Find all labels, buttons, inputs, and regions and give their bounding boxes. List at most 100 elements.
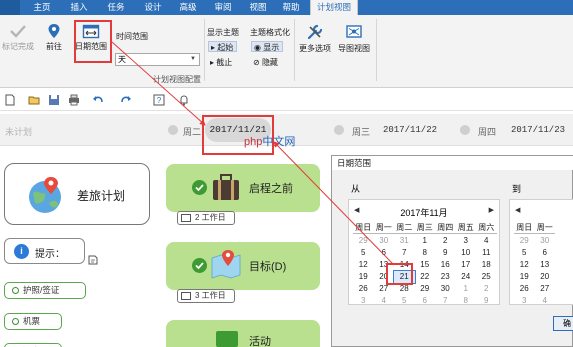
- calendar-day[interactable]: 5: [394, 295, 415, 307]
- calendar-day[interactable]: 2: [476, 283, 497, 295]
- forward-label: 前往: [46, 42, 62, 51]
- file-menu-button[interactable]: [0, 0, 20, 15]
- start-toggle[interactable]: ▸ 起始: [208, 41, 238, 52]
- save-icon[interactable]: [48, 94, 60, 106]
- tab-review[interactable]: 审阅: [208, 0, 238, 15]
- main-topic-card[interactable]: 差旅计划: [4, 163, 150, 225]
- calendar-week-row: 19 20 21 22 23 24 25: [353, 270, 497, 284]
- task-card[interactable]: 目标(D): [166, 242, 320, 290]
- calendar-day[interactable]: 20: [535, 271, 556, 283]
- calendar-day[interactable]: 3: [456, 235, 477, 247]
- time-range-select[interactable]: 天 ▼: [115, 53, 200, 66]
- help-icon[interactable]: ?: [153, 94, 165, 106]
- calendar-day[interactable]: 9: [435, 247, 456, 259]
- new-file-icon[interactable]: [4, 94, 16, 106]
- calendar-day[interactable]: 8: [415, 247, 436, 259]
- eye-icon: ◉: [254, 43, 261, 52]
- calendar-day[interactable]: 30: [435, 283, 456, 295]
- calendar-day[interactable]: 31: [394, 235, 415, 247]
- calendar-day[interactable]: 4: [374, 295, 395, 307]
- calendar-day[interactable]: 12: [353, 259, 374, 271]
- calendar-day[interactable]: 2: [435, 235, 456, 247]
- calendar-day[interactable]: 1: [415, 235, 436, 247]
- list-item[interactable]: 机票: [4, 313, 62, 330]
- end-toggle[interactable]: ▸ 截止: [210, 57, 232, 68]
- calendar-day[interactable]: 26: [353, 283, 374, 295]
- more-options-button[interactable]: 更多选项: [298, 23, 332, 54]
- task-card[interactable]: 启程之前: [166, 164, 320, 212]
- redo-icon[interactable]: [120, 94, 132, 106]
- calendar-day[interactable]: 26: [514, 283, 535, 295]
- calendar-day[interactable]: 9: [476, 295, 497, 307]
- calendar-day[interactable]: 12: [514, 259, 535, 271]
- calendar-day[interactable]: 8: [456, 295, 477, 307]
- calendar-day[interactable]: 19: [514, 271, 535, 283]
- calendar-icon: [181, 292, 191, 300]
- calendar-week-row: 34: [514, 295, 555, 307]
- calendar-week-row: 12 13: [514, 259, 555, 271]
- calendar-day[interactable]: 18: [476, 259, 497, 271]
- calendar-day[interactable]: 19: [353, 271, 374, 283]
- calendar-day[interactable]: 1: [456, 283, 477, 295]
- calendar-day[interactable]: 10: [456, 247, 477, 259]
- calendar-day[interactable]: 11: [476, 247, 497, 259]
- next-month-icon[interactable]: ▶: [489, 206, 494, 214]
- undo-icon[interactable]: [92, 94, 104, 106]
- calendar-day[interactable]: 5: [353, 247, 374, 259]
- tab-plan-view[interactable]: 计划视图: [310, 0, 358, 15]
- hint-topic[interactable]: i 提示：: [4, 238, 85, 264]
- task-label: 活动: [249, 336, 271, 347]
- hide-toggle[interactable]: ⊘ 隐藏: [253, 57, 278, 68]
- calendar-day[interactable]: 30: [374, 235, 395, 247]
- tab-view[interactable]: 视图: [243, 0, 273, 15]
- calendar-day[interactable]: 6: [374, 247, 395, 259]
- map-view-button[interactable]: 导图视图: [336, 23, 372, 54]
- calendar-day[interactable]: 16: [435, 259, 456, 271]
- ok-button[interactable]: 确: [553, 316, 573, 331]
- globe-pin-icon: [29, 177, 61, 213]
- hide-label: 隐藏: [261, 58, 278, 67]
- calendar-day[interactable]: 13: [535, 259, 556, 271]
- end-label: 截止: [216, 58, 233, 67]
- topic-format-label: 主题格式化: [250, 28, 290, 37]
- tab-task[interactable]: 任务: [101, 0, 131, 15]
- tab-insert[interactable]: 插入: [64, 0, 94, 15]
- calendar-day[interactable]: 4: [535, 295, 556, 307]
- calendar-day[interactable]: 6: [415, 295, 436, 307]
- calendar-day[interactable]: 7: [394, 247, 415, 259]
- calendar-day[interactable]: 27: [535, 283, 556, 295]
- calendar-day[interactable]: 7: [435, 295, 456, 307]
- open-folder-icon[interactable]: [28, 94, 40, 106]
- calendar-day[interactable]: 3: [353, 295, 374, 307]
- list-item[interactable]: 酒店: [4, 343, 62, 347]
- note-icon[interactable]: [88, 255, 98, 265]
- print-icon[interactable]: [68, 94, 80, 106]
- task-card[interactable]: 活动: [166, 320, 320, 347]
- calendar-day[interactable]: 4: [476, 235, 497, 247]
- tab-help[interactable]: 帮助: [276, 0, 306, 15]
- hint-label: 提示：: [35, 249, 65, 260]
- calendar-day[interactable]: 22: [415, 271, 436, 283]
- prev-month-icon[interactable]: ◀: [515, 206, 520, 214]
- calendar-day[interactable]: 30: [535, 235, 556, 247]
- calendar-day[interactable]: 24: [456, 271, 477, 283]
- calendar-week-row: 56: [514, 247, 555, 259]
- calendar-day[interactable]: 6: [535, 247, 556, 259]
- calendar-day[interactable]: 15: [415, 259, 436, 271]
- tab-advanced[interactable]: 高级: [173, 0, 203, 15]
- calendar-day[interactable]: 29: [514, 235, 535, 247]
- tab-design[interactable]: 设计: [138, 0, 168, 15]
- calendar-day[interactable]: 29: [415, 283, 436, 295]
- list-item[interactable]: 护照/签证: [4, 282, 86, 299]
- calendar-day[interactable]: 25: [476, 271, 497, 283]
- calendar-day[interactable]: 5: [514, 247, 535, 259]
- mark-done-button[interactable]: 标记完成: [2, 23, 34, 52]
- tab-home[interactable]: 主页: [27, 0, 57, 15]
- calendar-day[interactable]: 3: [514, 295, 535, 307]
- calendar-day[interactable]: 17: [456, 259, 477, 271]
- bell-icon[interactable]: [178, 94, 190, 106]
- calendar-day[interactable]: 23: [435, 271, 456, 283]
- calendar-day[interactable]: 29: [353, 235, 374, 247]
- show-toggle[interactable]: ◉ 显示: [251, 41, 284, 52]
- forward-button[interactable]: 前往: [40, 23, 68, 52]
